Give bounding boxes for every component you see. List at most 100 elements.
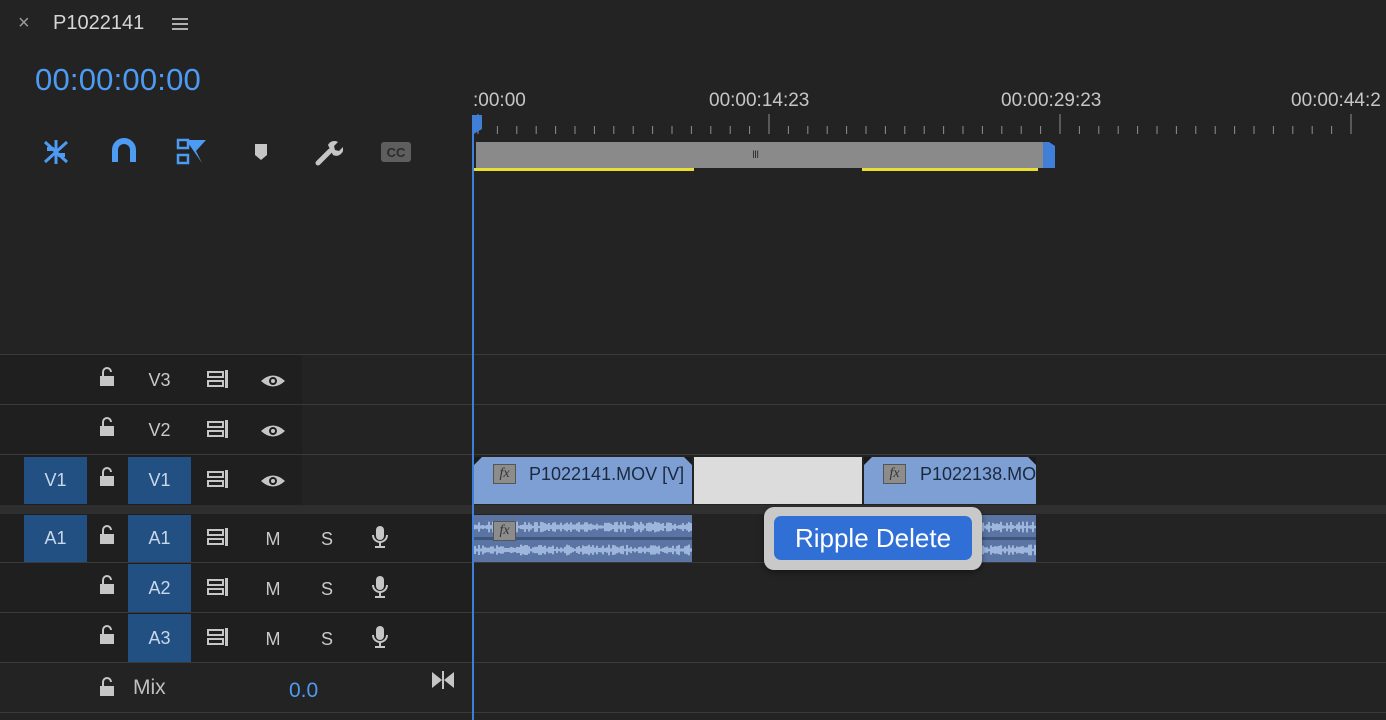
track-target-v2[interactable]: V2 xyxy=(128,406,191,454)
audio-clip[interactable]: fx xyxy=(474,515,692,562)
snap-button[interactable] xyxy=(107,136,141,168)
source-patch-a1[interactable]: A1 xyxy=(24,515,87,562)
toggle-output-v2-eye-icon[interactable] xyxy=(260,422,286,440)
track-divider xyxy=(0,712,1386,713)
collapse-expand-icon[interactable] xyxy=(431,670,455,690)
sequence-tab-title[interactable]: P1022141 xyxy=(53,12,144,35)
track-target-a2[interactable]: A2 xyxy=(128,564,191,612)
waveform-sample xyxy=(638,546,640,554)
insert-overwrite-sequences-button[interactable] xyxy=(39,136,73,168)
linked-selection-button[interactable] xyxy=(175,136,209,168)
waveform-sample xyxy=(998,545,1000,555)
timeline-settings-button[interactable] xyxy=(311,136,345,168)
waveform-sample xyxy=(666,522,668,532)
waveform-sample xyxy=(608,522,610,532)
playhead-handle[interactable] xyxy=(471,115,483,135)
track-lock-v3-icon[interactable] xyxy=(97,366,117,388)
waveform-sample xyxy=(556,546,558,554)
panel-menu-icon[interactable] xyxy=(172,17,188,31)
sync-lock-a1-icon[interactable] xyxy=(207,527,231,547)
track-target-v1[interactable]: V1 xyxy=(128,457,191,504)
waveform-sample xyxy=(680,524,682,530)
waveform-sample xyxy=(504,547,506,553)
voiceover-record-a3-mic-icon[interactable] xyxy=(370,625,390,649)
waveform-sample xyxy=(536,522,538,532)
waveform-sample xyxy=(992,546,994,554)
sync-lock-v3-icon[interactable] xyxy=(207,369,231,389)
toggle-output-v1-eye-icon[interactable] xyxy=(260,472,286,490)
work-area-bar[interactable] xyxy=(476,142,1044,168)
solo-track-a3-button[interactable]: S xyxy=(312,627,342,651)
voiceover-record-a2-mic-icon[interactable] xyxy=(370,575,390,599)
add-marker-button[interactable] xyxy=(244,136,278,168)
voiceover-record-a1-mic-icon[interactable] xyxy=(370,525,390,549)
waveform-sample xyxy=(564,546,566,554)
solo-track-a1-button[interactable]: S xyxy=(312,527,342,551)
waveform-sample xyxy=(474,545,476,555)
waveform-sample xyxy=(652,545,654,555)
timeline-gap-selected[interactable] xyxy=(694,457,862,504)
waveform-sample xyxy=(992,522,994,532)
track-lock-a3-icon[interactable] xyxy=(97,624,117,646)
waveform-sample xyxy=(1008,525,1010,529)
mute-track-a3-button[interactable]: M xyxy=(258,627,288,651)
sync-lock-v1-icon[interactable] xyxy=(207,469,231,489)
waveform-sample xyxy=(1030,544,1032,556)
ripple-delete-button[interactable]: Ripple Delete xyxy=(774,516,972,560)
track-target-a1[interactable]: A1 xyxy=(128,515,191,562)
waveform-sample xyxy=(518,525,520,529)
sync-lock-a2-icon[interactable] xyxy=(207,577,231,597)
waveform-sample xyxy=(644,525,646,529)
waveform-sample xyxy=(552,522,554,532)
waveform-sample xyxy=(1004,546,1006,554)
track-lock-a1-icon[interactable] xyxy=(97,524,117,546)
time-ruler[interactable] xyxy=(472,114,1386,140)
close-tab-icon[interactable]: × xyxy=(18,12,30,35)
work-area-out-handle[interactable] xyxy=(1043,142,1055,168)
track-target-v3[interactable]: V3 xyxy=(128,356,191,404)
track-header-a2 xyxy=(0,563,472,612)
video-clip[interactable]: fx P1022141.MOV [V] xyxy=(474,457,692,504)
work-area-grip[interactable]: III xyxy=(752,149,759,161)
closed-captions-button[interactable]: CC xyxy=(379,136,413,168)
waveform-sample xyxy=(690,548,692,552)
waveform-sample xyxy=(630,525,632,529)
waveform-sample xyxy=(610,548,612,552)
waveform-sample xyxy=(682,548,684,552)
mute-track-a2-button[interactable]: M xyxy=(258,577,288,601)
playhead-line[interactable] xyxy=(472,116,474,720)
playhead-timecode[interactable]: 00:00:00:00 xyxy=(35,62,201,98)
waveform-sample xyxy=(1028,544,1030,556)
waveform-sample xyxy=(546,548,548,552)
source-patch-v1[interactable]: V1 xyxy=(24,457,87,504)
sync-lock-a3-icon[interactable] xyxy=(207,627,231,647)
waveform-sample xyxy=(1008,545,1010,555)
sync-lock-v2-icon[interactable] xyxy=(207,419,231,439)
waveform-sample xyxy=(550,546,552,554)
waveform-sample xyxy=(646,523,648,531)
waveform-sample xyxy=(1016,546,1018,554)
waveform-sample xyxy=(516,546,518,554)
audio-clip[interactable] xyxy=(982,515,1036,562)
waveform-sample xyxy=(626,525,628,529)
waveform-sample xyxy=(1030,525,1032,529)
waveform-sample xyxy=(982,522,984,532)
toggle-output-v3-eye-icon[interactable] xyxy=(260,372,286,390)
mute-track-a1-button[interactable]: M xyxy=(258,527,288,551)
video-audio-divider[interactable] xyxy=(0,505,472,514)
track-lock-a2-icon[interactable] xyxy=(97,574,117,596)
mix-volume-value[interactable]: 0.0 xyxy=(289,679,318,703)
video-clip[interactable]: fx P1022138.MO xyxy=(864,457,1036,504)
waveform-sample xyxy=(690,523,692,531)
waveform-sample xyxy=(680,548,682,552)
waveform-sample xyxy=(1002,548,1004,552)
solo-track-a2-button[interactable]: S xyxy=(312,577,342,601)
lock-icon[interactable] xyxy=(97,676,117,698)
waveform-sample xyxy=(594,525,596,529)
track-lock-v1-icon[interactable] xyxy=(97,466,117,488)
track-lock-v2-icon[interactable] xyxy=(97,416,117,438)
track-target-a3[interactable]: A3 xyxy=(128,614,191,662)
waveform-sample xyxy=(648,547,650,553)
waveform-sample xyxy=(562,524,564,530)
waveform-sample xyxy=(600,547,602,553)
